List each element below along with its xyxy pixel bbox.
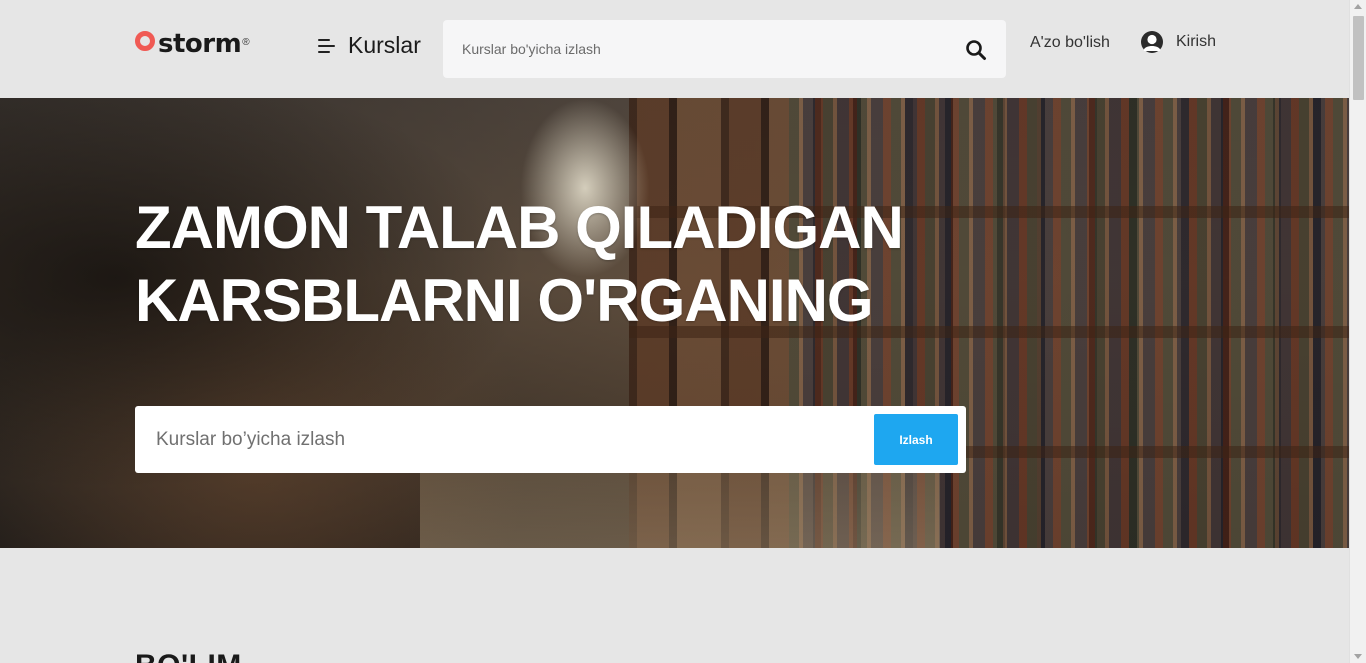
storm-logo[interactable]: storm ®: [135, 29, 250, 61]
logo-registered-mark: ®: [242, 37, 250, 48]
hero-search-bar: Izlash: [135, 406, 966, 473]
courses-menu-button[interactable]: Kurslar: [318, 32, 421, 59]
login-label: Kirish: [1176, 33, 1217, 50]
hero-title-line1: ZAMON TALAB QILADIGAN: [135, 194, 904, 261]
search-icon[interactable]: [964, 38, 988, 62]
courses-label: Kurslar: [348, 32, 421, 58]
login-button[interactable]: Kirish: [1140, 30, 1216, 54]
header-search-bar: [443, 20, 1006, 78]
header-search-input[interactable]: [443, 20, 923, 78]
signup-link[interactable]: A'zo bo'lish: [1030, 34, 1110, 52]
hero-title: ZAMON TALAB QILADIGAN KARSBLARNI O'RGANI…: [135, 191, 1035, 337]
hero-title-line2: KARSBLARNI O'RGANING: [135, 267, 874, 334]
scroll-up-arrow-icon[interactable]: [1354, 4, 1362, 9]
page-scrollbar[interactable]: [1349, 0, 1366, 663]
hero-search-input[interactable]: [135, 406, 835, 473]
user-avatar-icon: [1140, 30, 1164, 54]
section-title: BO'LIM: [135, 651, 242, 663]
hamburger-menu-icon: [318, 38, 335, 53]
logo-text: storm: [158, 29, 242, 59]
logo-ring-icon: [135, 31, 155, 51]
site-header: storm ® Kurslar A'zo bo'lish Kirish: [0, 0, 1349, 98]
scroll-thumb[interactable]: [1353, 16, 1364, 100]
hero-banner: ZAMON TALAB QILADIGAN KARSBLARNI O'RGANI…: [0, 98, 1349, 548]
hero-search-button[interactable]: Izlash: [874, 414, 958, 465]
scroll-down-arrow-icon[interactable]: [1354, 654, 1362, 659]
